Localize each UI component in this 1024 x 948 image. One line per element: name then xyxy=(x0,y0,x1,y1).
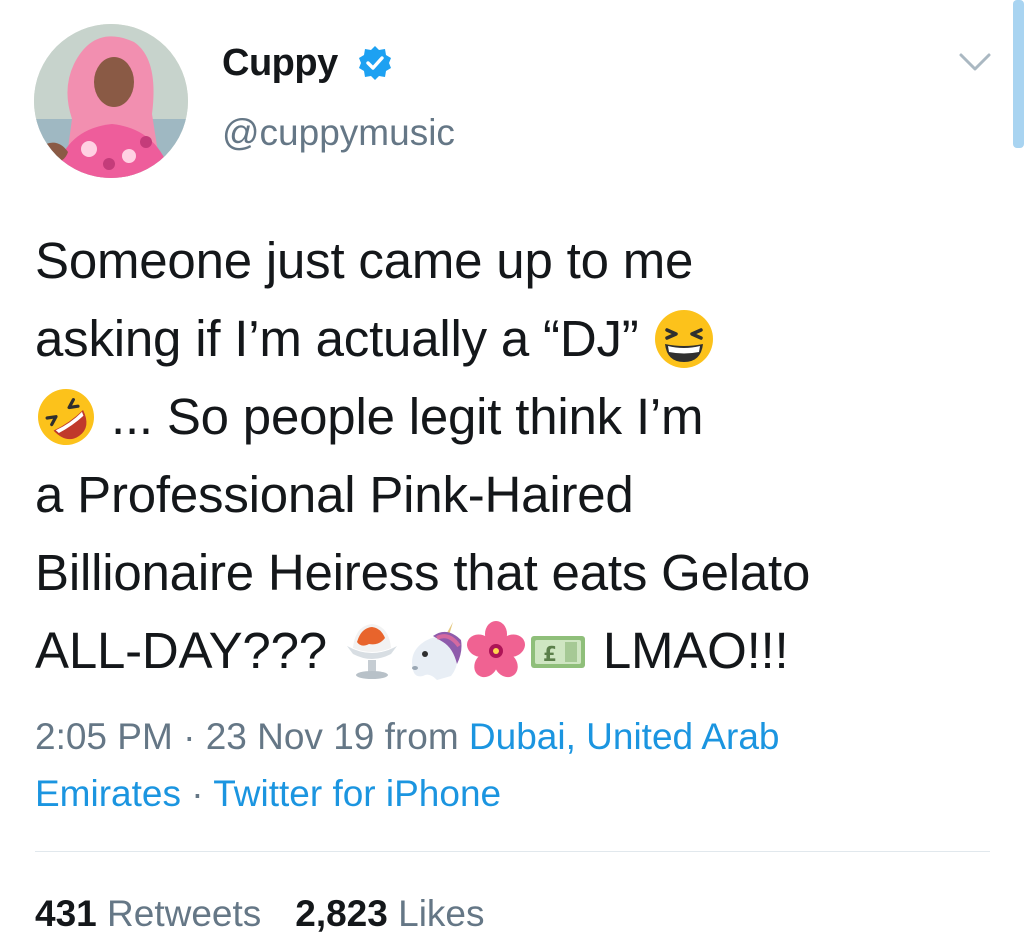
tweet-text: Someone just came up to me asking if I’m… xyxy=(35,222,1005,690)
svg-text:£: £ xyxy=(543,642,557,666)
tweet-time[interactable]: 2:05 PM xyxy=(35,716,173,757)
likes-label: Likes xyxy=(398,893,485,934)
avatar-image xyxy=(34,24,188,178)
tweet-date[interactable]: 23 Nov 19 xyxy=(206,716,375,757)
client-link[interactable]: Twitter for iPhone xyxy=(213,773,501,814)
scroll-indicator[interactable] xyxy=(1013,0,1024,148)
rolling-on-floor-laughing-icon xyxy=(35,386,97,448)
pound-banknote-icon: £ xyxy=(527,620,589,682)
unicorn-icon xyxy=(403,620,465,682)
tweet-meta: 2:05 PM · 23 Nov 19 from Dubai, United A… xyxy=(35,708,995,822)
tweet-text-line: asking if I’m actually a “DJ” xyxy=(35,300,1005,378)
tweet-text-line: Billionaire Heiress that eats Gelato xyxy=(35,544,811,601)
tweet-text-segment: asking if I’m actually a “DJ” xyxy=(35,310,653,367)
likes-stat[interactable]: 2,823 Likes xyxy=(295,893,484,934)
location-link[interactable]: Dubai, United Arab xyxy=(469,716,780,757)
tweet-text-line: ALL-DAY??? £ LMAO!!! xyxy=(35,612,1005,690)
grinning-squinting-face-icon xyxy=(653,308,715,370)
tweet-text-segment: LMAO!!! xyxy=(588,622,789,679)
tweet-text-segment: ALL-DAY??? xyxy=(35,622,341,679)
handle[interactable]: @cuppymusic xyxy=(222,112,455,154)
verified-badge-icon xyxy=(359,46,391,80)
retweets-stat[interactable]: 431 Retweets xyxy=(35,893,261,934)
tweet-text-line: ... So people legit think I’m xyxy=(35,378,1005,456)
display-name[interactable]: Cuppy xyxy=(222,42,338,85)
from-label: from xyxy=(374,716,469,757)
meta-separator: · xyxy=(172,716,206,757)
retweets-count: 431 xyxy=(35,893,97,934)
avatar[interactable] xyxy=(34,24,188,178)
tweet-stats: 431 Retweets 2,823 Likes xyxy=(35,893,485,935)
cherry-blossom-icon xyxy=(465,620,527,682)
retweets-label: Retweets xyxy=(107,893,262,934)
tweet-text-segment: ... So people legit think I’m xyxy=(97,388,704,445)
tweet-text-line: Someone just came up to me xyxy=(35,232,694,289)
tweet-text-line: a Professional Pink-Haired xyxy=(35,466,634,523)
likes-count: 2,823 xyxy=(295,893,388,934)
shaved-ice-icon xyxy=(341,620,403,682)
tweet-meta-line-2: Emirates · Twitter for iPhone xyxy=(35,765,995,822)
divider xyxy=(35,851,990,852)
location-link-continued[interactable]: Emirates xyxy=(35,773,181,814)
tweet-meta-line-1: 2:05 PM · 23 Nov 19 from Dubai, United A… xyxy=(35,708,995,765)
chevron-down-icon[interactable] xyxy=(958,50,992,74)
meta-separator: · xyxy=(180,773,214,814)
